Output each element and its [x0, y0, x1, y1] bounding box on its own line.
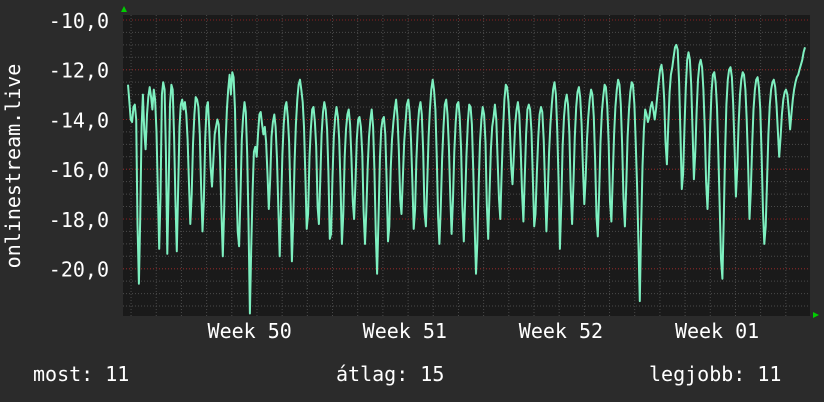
y-tick-label: -18,0: [49, 208, 109, 232]
best-value: legjobb: 11: [649, 362, 782, 386]
x-tick-label: Week 01: [675, 319, 759, 343]
y-tick-label: -20,0: [49, 258, 109, 282]
current-value: most: 11: [33, 362, 130, 386]
average-value: átlag: 15: [336, 362, 445, 386]
y-axis: -10,0 -12,0 -14,0 -16,0 -18,0 -20,0: [49, 9, 109, 282]
x-axis: Week 50 Week 51 Week 52 Week 01: [208, 319, 760, 343]
y-axis-label: onlinestream.live: [1, 64, 25, 269]
stats-bar: most: 11 átlag: 15 legjobb: 11: [0, 362, 824, 388]
x-tick-label: Week 51: [363, 319, 447, 343]
y-tick-label: -10,0: [49, 9, 109, 33]
y-axis-arrow: [121, 6, 127, 12]
y-tick-label: -16,0: [49, 158, 109, 182]
x-axis-arrow: [813, 312, 819, 318]
line-chart: -10,0-12,0-14,0-16,0-18,0-20,0 Week 50 We…: [1, 6, 819, 343]
x-tick-label: Week 52: [519, 319, 603, 343]
y-tick-label: -14,0: [49, 108, 109, 132]
y-tick-label: -12,0: [49, 59, 109, 83]
x-tick-label: Week 50: [208, 319, 292, 343]
